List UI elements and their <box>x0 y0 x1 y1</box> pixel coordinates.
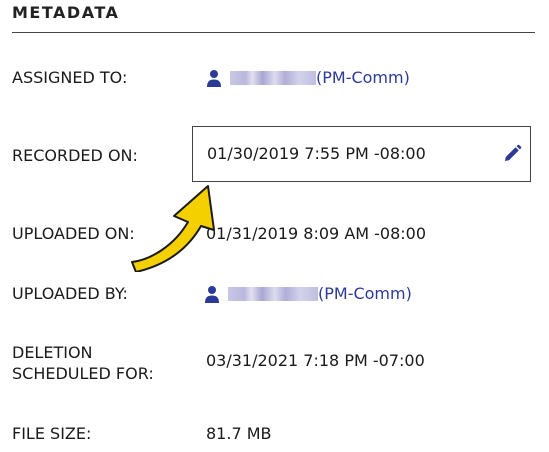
assigned-to-label: ASSIGNED TO: <box>12 68 128 87</box>
deletion-label-line1: DELETION <box>12 343 93 362</box>
uploaded-by-user[interactable]: (PM-Comm) <box>204 283 412 304</box>
deletion-label-line2: SCHEDULED FOR: <box>12 364 154 383</box>
assigned-to-user[interactable]: (PM-Comm) <box>206 67 410 88</box>
recorded-on-field[interactable]: 01/30/2019 7:55 PM -08:00 <box>192 126 531 182</box>
person-icon <box>207 69 221 87</box>
file-size-label: FILE SIZE: <box>12 424 92 443</box>
deletion-scheduled-value: 03/31/2021 7:18 PM -07:00 <box>206 351 425 370</box>
assigned-to-role: (PM-Comm) <box>316 68 410 87</box>
uploaded-on-label: UPLOADED ON: <box>12 224 135 243</box>
uploaded-on-value: 01/31/2019 8:09 AM -08:00 <box>206 224 427 243</box>
redacted-user-name <box>230 70 316 85</box>
recorded-on-label: RECORDED ON: <box>12 146 138 165</box>
deletion-scheduled-label: DELETION SCHEDULED FOR: <box>12 342 154 384</box>
section-divider <box>12 32 535 33</box>
curved-arrow <box>131 185 215 272</box>
recorded-on-value: 01/30/2019 7:55 PM -08:00 <box>207 144 426 163</box>
metadata-section-title: METADATA <box>12 3 120 22</box>
uploaded-by-role: (PM-Comm) <box>318 284 412 303</box>
redacted-user-name <box>228 286 318 301</box>
person-icon <box>205 285 219 303</box>
uploaded-by-label: UPLOADED BY: <box>12 284 128 303</box>
file-size-value: 81.7 MB <box>206 424 272 443</box>
pencil-icon[interactable] <box>502 144 522 164</box>
